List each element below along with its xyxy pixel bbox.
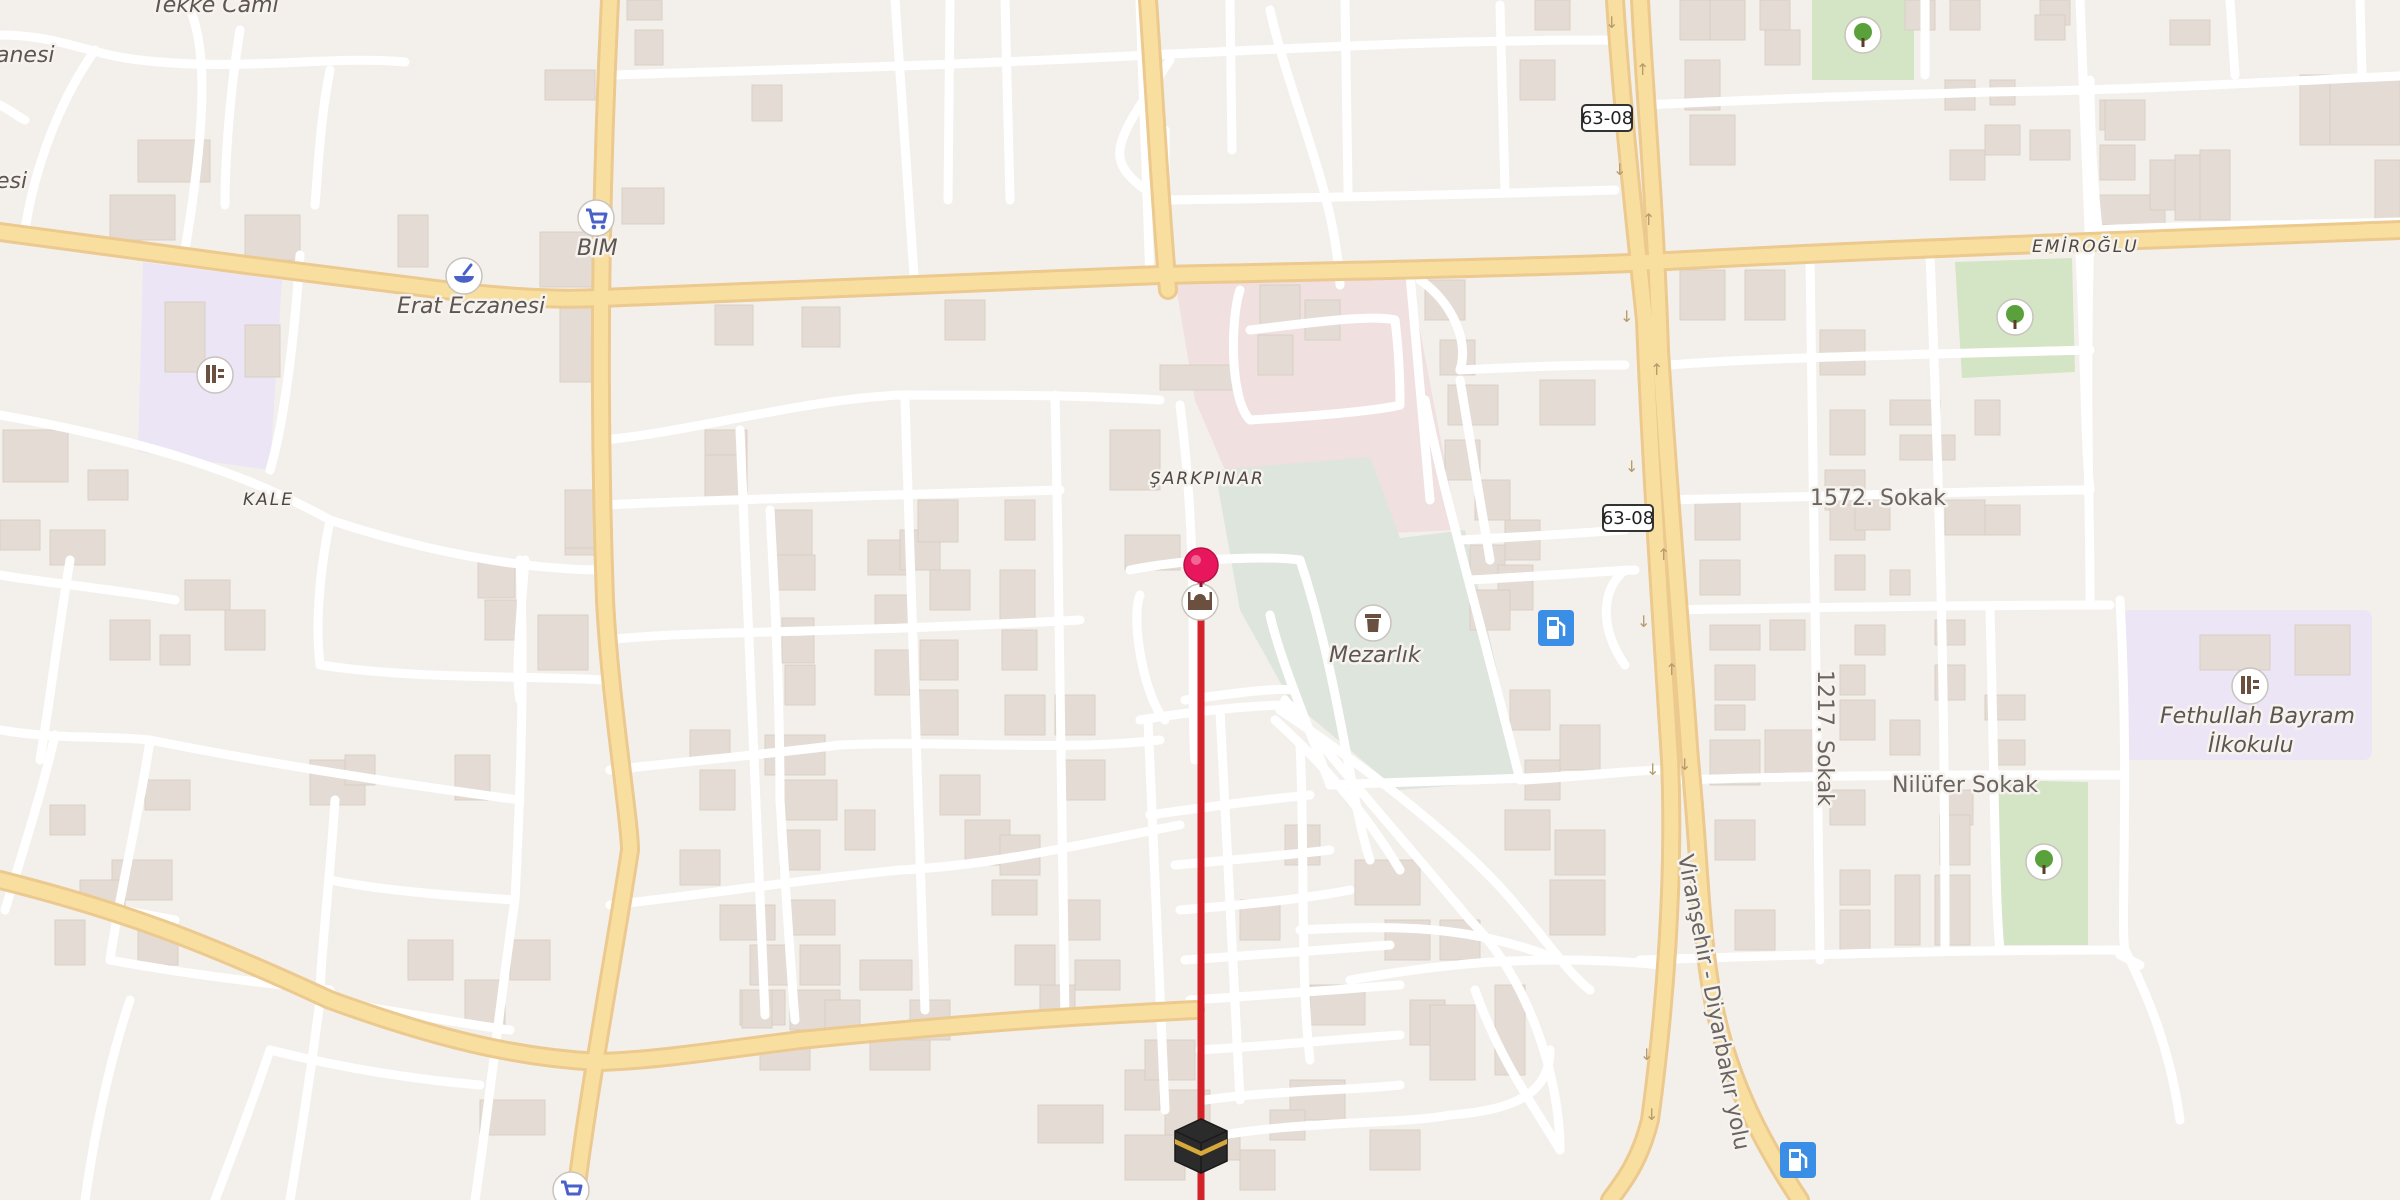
school-icon[interactable] [196,356,234,394]
fuel-pump-icon[interactable] [1538,610,1574,646]
label-street-1217-sokak[interactable]: 1217. Sokak [1810,668,1840,809]
shopping-cart-icon[interactable] [577,199,615,237]
tree-icon[interactable] [2025,843,2063,881]
svg-text:↑: ↑ [1665,660,1678,679]
label-esi[interactable]: esi [0,167,30,197]
school-icon[interactable] [2231,667,2269,705]
label-district-kale: KALE [243,490,294,510]
road-shield: 63-08 [1581,104,1633,132]
svg-text:↓: ↓ [1645,1105,1658,1124]
svg-text:↑: ↑ [1642,210,1655,229]
label-street-nilufer-sokak[interactable]: Nilüfer Sokak [1890,771,2041,801]
svg-text:↓: ↓ [1620,307,1633,326]
label-anesi[interactable]: anesi [0,41,57,71]
label-street-1572-sokak[interactable]: 1572. Sokak [1808,484,1949,514]
road-shield-text: 63-08 [1602,508,1654,529]
svg-text:↑: ↑ [1650,360,1663,379]
pharmacy-mortar-icon[interactable] [445,257,483,295]
svg-text:↓: ↓ [1646,760,1659,779]
fuel-pump-icon[interactable] [1780,1142,1816,1178]
svg-text:↓: ↓ [1637,612,1650,631]
tree-icon[interactable] [1996,298,2034,336]
svg-text:↓: ↓ [1605,13,1618,32]
svg-text:↓: ↓ [1613,160,1626,179]
svg-text:↑: ↑ [1636,60,1649,79]
tree-icon[interactable] [1844,16,1882,54]
label-bim[interactable]: BİM [575,233,621,264]
map-canvas[interactable]: ↓ ↑ ↓ ↑ ↓ ↑ ↓ ↑ ↓ ↑ ↓ ↓ ↓ ↓ 63-08 63-08 Tekke C… [0,0,2400,1200]
svg-text:↓: ↓ [1678,755,1691,774]
svg-text:↓: ↓ [1640,1045,1653,1064]
road-shield: 63-08 [1602,504,1654,532]
label-fethullah-bayram[interactable]: Fethullah Bayram [2158,702,2358,732]
label-district-emiroglu: EMİROĞLU [2032,235,2139,257]
cemetery-urn-icon[interactable] [1354,604,1392,642]
mosque-icon[interactable] [1181,583,1219,621]
road-shield-text: 63-08 [1581,108,1633,129]
label-mezarlik[interactable]: Mezarlık [1327,641,1425,671]
label-ilkokulu[interactable]: İlkokulu [2206,730,2297,761]
kaaba-icon[interactable] [1174,1118,1228,1174]
label-district-sarkpinar: ŞARKPINAR [1150,469,1265,489]
svg-text:↑: ↑ [1657,545,1670,564]
svg-text:↓: ↓ [1625,457,1638,476]
shopping-cart-icon[interactable] [552,1171,590,1200]
label-erat-eczanesi[interactable]: Erat Eczanesi [395,292,548,322]
label-tekke-cami[interactable]: Tekke Cami [150,0,282,21]
